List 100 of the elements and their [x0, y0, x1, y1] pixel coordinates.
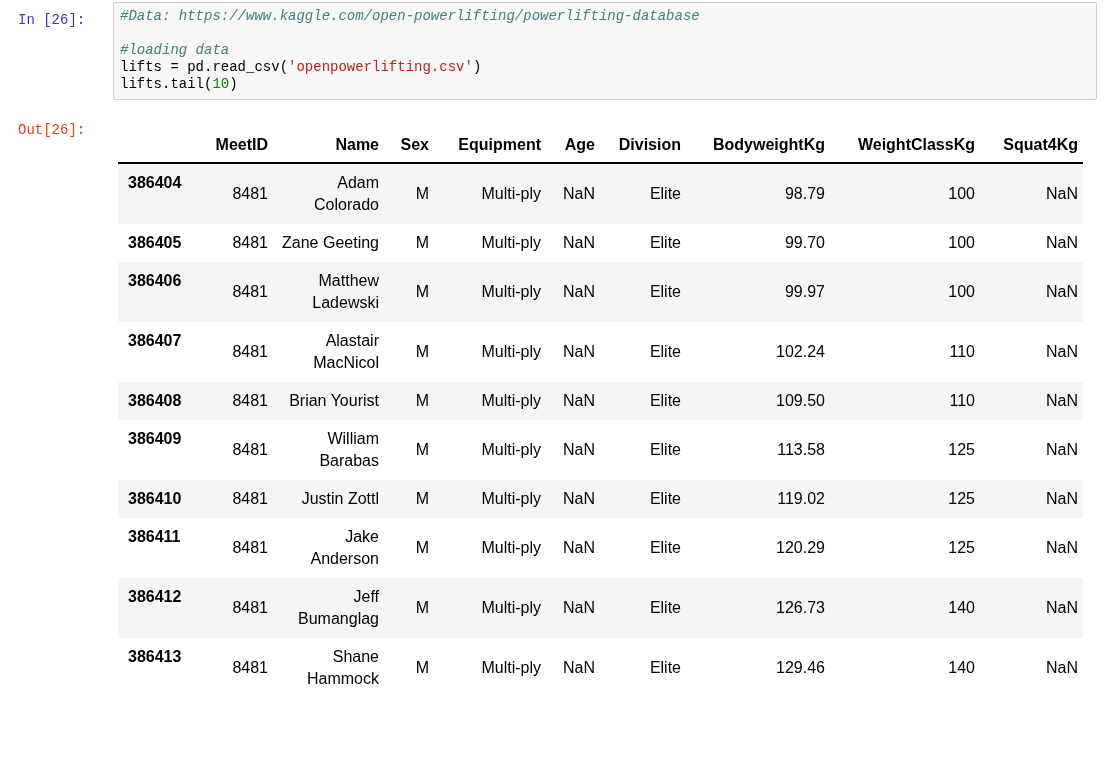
- row-index: 386404: [118, 163, 200, 224]
- code-line: lifts.tail(10): [120, 76, 239, 93]
- table-cell: 99.97: [686, 262, 830, 322]
- row-index: 386407: [118, 322, 200, 382]
- output-prompt: Out[26]:: [17, 121, 87, 140]
- table-cell: 8481: [200, 480, 273, 518]
- table-cell: M: [384, 518, 434, 578]
- row-index: 386410: [118, 480, 200, 518]
- table-cell: Elite: [600, 224, 686, 262]
- table-cell: Elite: [600, 262, 686, 322]
- row-index: 386406: [118, 262, 200, 322]
- table-cell: NaN: [546, 420, 600, 480]
- table-cell: NaN: [980, 382, 1083, 420]
- table-cell: Elite: [600, 578, 686, 638]
- table-cell: 129.46: [686, 638, 830, 698]
- table-cell: M: [384, 382, 434, 420]
- table-cell: Elite: [600, 638, 686, 698]
- table-cell: 8481: [200, 638, 273, 698]
- table-cell: NaN: [980, 638, 1083, 698]
- table-cell: 99.70: [686, 224, 830, 262]
- table-cell: 113.58: [686, 420, 830, 480]
- table-cell: NaN: [980, 262, 1083, 322]
- row-index: 386408: [118, 382, 200, 420]
- table-cell: Jeff Bumanglag: [273, 578, 384, 638]
- row-index: 386411: [118, 518, 200, 578]
- table-cell: Multi-ply: [434, 518, 546, 578]
- table-cell: NaN: [546, 518, 600, 578]
- table-cell: Alastair MacNicol: [273, 322, 384, 382]
- row-index: 386412: [118, 578, 200, 638]
- table-cell: 100: [830, 224, 980, 262]
- table-cell: M: [384, 224, 434, 262]
- table-cell: 8481: [200, 518, 273, 578]
- table-cell: Jake Anderson: [273, 518, 384, 578]
- table-cell: Multi-ply: [434, 163, 546, 224]
- table-cell: Adam Colorado: [273, 163, 384, 224]
- table-cell: NaN: [546, 163, 600, 224]
- code-line: #Data: https://www.kaggle.com/open-powerlifting/powerlifting-database: [120, 8, 701, 25]
- table-cell: M: [384, 322, 434, 382]
- table-cell: Zane Geeting: [273, 224, 384, 262]
- table-cell: NaN: [546, 322, 600, 382]
- table-cell: 140: [830, 578, 980, 638]
- table-cell: M: [384, 420, 434, 480]
- table-cell: Elite: [600, 480, 686, 518]
- table-cell: NaN: [980, 420, 1083, 480]
- code-line: #loading data: [120, 42, 231, 59]
- table-cell: Elite: [600, 518, 686, 578]
- table-cell: Elite: [600, 420, 686, 480]
- table-cell: Multi-ply: [434, 322, 546, 382]
- table-cell: 110: [830, 322, 980, 382]
- table-cell: M: [384, 163, 434, 224]
- table-cell: Multi-ply: [434, 224, 546, 262]
- table-cell: NaN: [546, 224, 600, 262]
- table-cell: 125: [830, 420, 980, 480]
- table-cell: Elite: [600, 322, 686, 382]
- table-cell: Brian Yourist: [273, 382, 384, 420]
- table-cell: NaN: [546, 578, 600, 638]
- table-cell: 8481: [200, 578, 273, 638]
- table-cell: 8481: [200, 224, 273, 262]
- row-index: 386413: [118, 638, 200, 698]
- table-cell: 126.73: [686, 578, 830, 638]
- table-cell: Multi-ply: [434, 638, 546, 698]
- table-cell: NaN: [980, 322, 1083, 382]
- table-cell: Justin Zottl: [273, 480, 384, 518]
- table-cell: 102.24: [686, 322, 830, 382]
- table-cell: 140: [830, 638, 980, 698]
- table-cell: M: [384, 578, 434, 638]
- code-line: lifts = pd.read_csv('openpowerlifting.csv'): [120, 59, 483, 76]
- table-cell: M: [384, 262, 434, 322]
- table-cell: NaN: [980, 518, 1083, 578]
- table-cell: 8481: [200, 420, 273, 480]
- table-cell: 8481: [200, 262, 273, 322]
- table-cell: 119.02: [686, 480, 830, 518]
- table-cell: Multi-ply: [434, 420, 546, 480]
- table-cell: 125: [830, 518, 980, 578]
- table-cell: 98.79: [686, 163, 830, 224]
- row-index: 386405: [118, 224, 200, 262]
- table-cell: 8481: [200, 163, 273, 224]
- table-cell: NaN: [980, 163, 1083, 224]
- table-cell: NaN: [546, 638, 600, 698]
- input-prompt: In [26]:: [17, 11, 87, 30]
- table-cell: NaN: [980, 480, 1083, 518]
- table-cell: Multi-ply: [434, 578, 546, 638]
- table-cell: 8481: [200, 382, 273, 420]
- table-cell: Multi-ply: [434, 480, 546, 518]
- table-cell: NaN: [980, 578, 1083, 638]
- table-cell: 8481: [200, 322, 273, 382]
- row-index: 386409: [118, 420, 200, 480]
- table-cell: Matthew Ladewski: [273, 262, 384, 322]
- table-cell: NaN: [546, 382, 600, 420]
- table-cell: Elite: [600, 163, 686, 224]
- table-cell: NaN: [546, 480, 600, 518]
- table-cell: NaN: [546, 262, 600, 322]
- table-cell: 125: [830, 480, 980, 518]
- table-cell: NaN: [980, 224, 1083, 262]
- code-editor[interactable]: #Data: https://www.kaggle.com/open-powerlifting/powerlifting-database #loading data lifts = pd.read_csv('openpowerlifting.csv') lifts.tail(10): [113, 2, 1097, 100]
- table-cell: 109.50: [686, 382, 830, 420]
- table-cell: Elite: [600, 382, 686, 420]
- table-cell: 100: [830, 163, 980, 224]
- table-cell: Multi-ply: [434, 262, 546, 322]
- table-cell: 120.29: [686, 518, 830, 578]
